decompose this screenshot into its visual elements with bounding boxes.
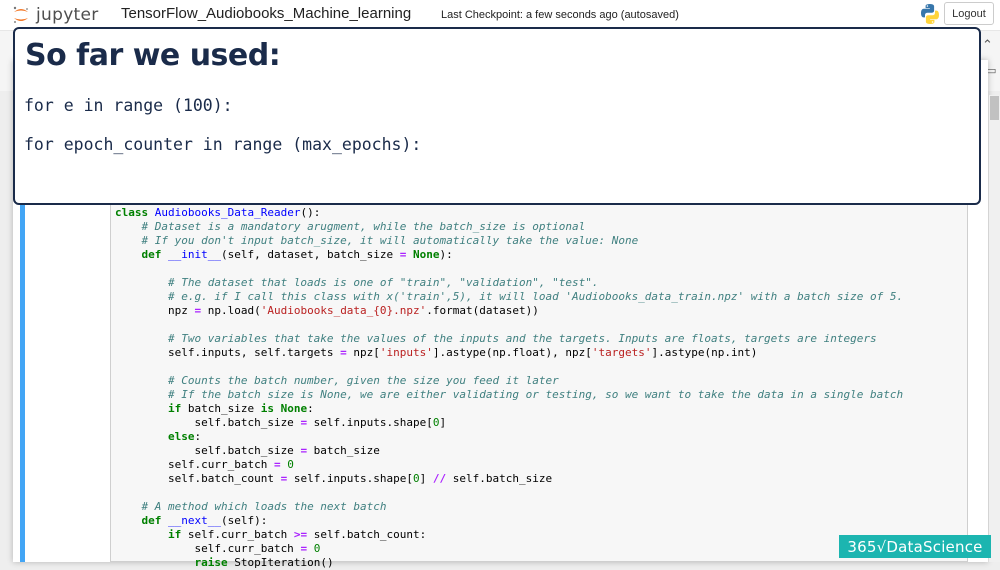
jupyter-logo[interactable]: jupyter bbox=[12, 4, 99, 26]
code-line: npz = np.load('Audiobooks_data_{0}.npz'.… bbox=[115, 304, 539, 317]
code-line: self.batch_size = self.inputs.shape[0] bbox=[115, 416, 447, 429]
brand-watermark: 365√DataScience bbox=[839, 535, 991, 558]
code-line: class Audiobooks_Data_Reader(): bbox=[115, 206, 321, 219]
checkpoint-status: Last Checkpoint: a few seconds ago (auto… bbox=[441, 9, 679, 21]
code-line: ​ bbox=[115, 262, 903, 276]
code-line: raise StopIteration() bbox=[194, 556, 334, 569]
slide-overlay: So far we used: for e in range (100): fo… bbox=[13, 27, 981, 205]
code-line: def __init__(self, dataset, batch_size =… bbox=[141, 248, 453, 261]
code-line: # Counts the batch number, given the siz… bbox=[167, 374, 559, 387]
collapse-header-icon[interactable]: ⌃ bbox=[982, 38, 993, 53]
code-line: self.inputs, self.targets = npz['inputs'… bbox=[115, 346, 758, 359]
code-line: # If you don't input batch_size, it will… bbox=[141, 234, 639, 247]
code-editor[interactable]: class Audiobooks_Data_Reader(): # Datase… bbox=[115, 206, 903, 570]
code-line: self.curr_batch = 0 bbox=[115, 458, 294, 471]
page-scrollbar-thumb[interactable] bbox=[990, 96, 999, 120]
overlay-title: So far we used: bbox=[25, 38, 281, 73]
code-line: self.curr_batch = 0 bbox=[115, 542, 321, 555]
code-line: # If the batch size is None, we are eith… bbox=[167, 388, 904, 401]
code-line: # Dataset is a mandatory arugment, while… bbox=[141, 220, 586, 233]
python-logo-icon bbox=[918, 2, 942, 26]
code-line: ​ bbox=[115, 486, 903, 500]
code-line: # Two variables that take the values of … bbox=[167, 332, 877, 345]
code-line: ​ bbox=[115, 360, 903, 374]
code-line: if self.curr_batch >= self.batch_count: bbox=[167, 528, 427, 541]
code-line: # A method which loads the next batch bbox=[141, 500, 387, 513]
notebook-title[interactable]: TensorFlow_Audiobooks_Machine_learning bbox=[121, 5, 411, 22]
page-scrollbar[interactable] bbox=[989, 95, 1000, 562]
jupyter-logo-text: jupyter bbox=[36, 5, 99, 25]
overlay-code-line: for e in range (100): bbox=[24, 96, 233, 115]
code-line: # e.g. if I call this class with x('trai… bbox=[167, 290, 904, 303]
code-line: def __next__(self): bbox=[141, 514, 268, 527]
code-line: ​ bbox=[115, 318, 903, 332]
logout-button[interactable]: Logout bbox=[944, 2, 994, 25]
code-line: if batch_size is None: bbox=[167, 402, 314, 415]
code-line: else: bbox=[167, 430, 202, 443]
code-line: # The dataset that loads is one of "trai… bbox=[167, 276, 599, 289]
code-line: self.batch_size = batch_size bbox=[115, 444, 380, 457]
overlay-code-line: for epoch_counter in range (max_epochs): bbox=[24, 135, 422, 154]
jupyter-logo-icon bbox=[12, 6, 30, 24]
code-line: self.batch_count = self.inputs.shape[0] … bbox=[115, 472, 553, 485]
